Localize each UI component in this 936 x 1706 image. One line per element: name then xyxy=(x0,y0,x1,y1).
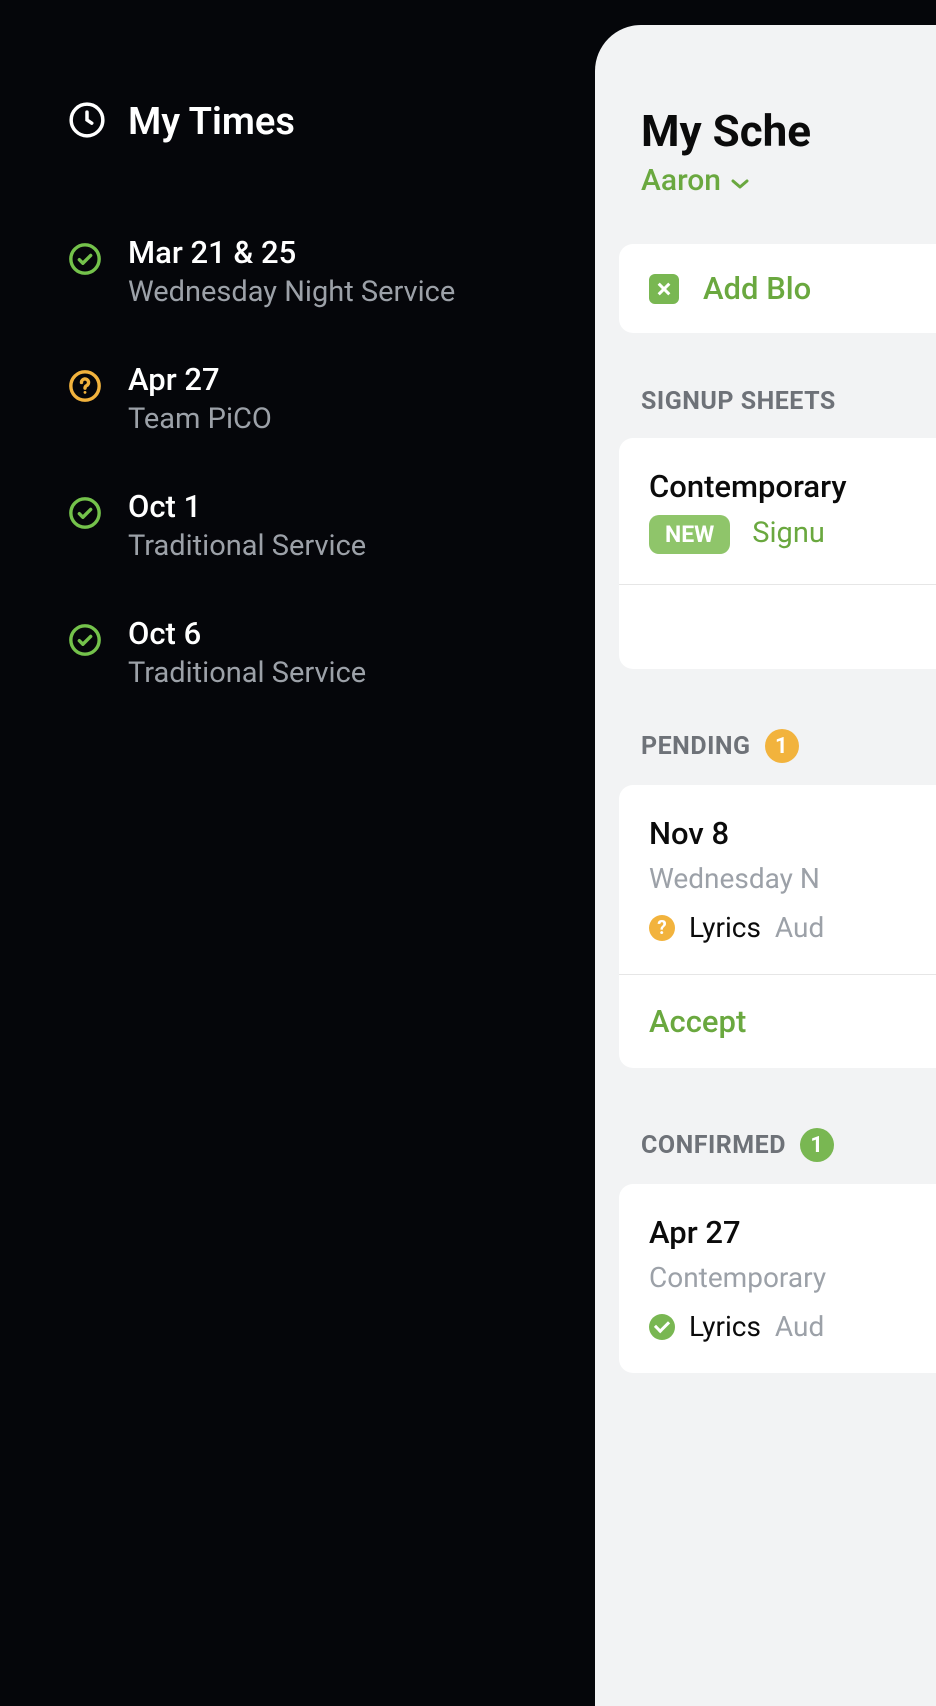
time-item[interactable]: Oct 6 Traditional Service xyxy=(68,615,595,690)
time-item-sub: Team PiCO xyxy=(128,402,272,436)
accept-button[interactable]: Accept xyxy=(619,975,936,1068)
calendar-x-icon xyxy=(649,274,679,304)
sidebar-title: My Times xyxy=(128,100,295,144)
section-label-signup: SIGNUP SHEETS xyxy=(641,387,936,416)
clock-icon xyxy=(68,101,106,143)
signup-title: Contemporary xyxy=(649,468,936,505)
time-item-date: Oct 6 xyxy=(128,615,366,652)
person-name: Aaron xyxy=(641,163,721,198)
new-badge: NEW xyxy=(649,515,730,554)
time-item-sub: Wednesday Night Service xyxy=(128,275,455,309)
pending-date: Nov 8 xyxy=(649,815,936,852)
signup-link[interactable]: Signu xyxy=(752,516,825,550)
confirmed-sub: Contemporary xyxy=(649,1261,936,1294)
time-item[interactable]: Apr 27 Team PiCO xyxy=(68,361,595,436)
sidebar-header: My Times xyxy=(68,100,595,144)
time-item[interactable]: Mar 21 & 25 Wednesday Night Service xyxy=(68,234,595,309)
check-circle-icon xyxy=(68,242,102,276)
time-item-date: Oct 1 xyxy=(128,488,366,525)
check-circle-icon xyxy=(68,496,102,530)
pending-sub: Wednesday N xyxy=(649,862,936,895)
confirmed-role-line: Lyrics Aud xyxy=(649,1310,936,1343)
question-circle-icon xyxy=(649,915,675,941)
check-circle-icon xyxy=(649,1314,675,1340)
time-item-date: Apr 27 xyxy=(128,361,272,398)
signup-card[interactable]: Contemporary NEW Signu xyxy=(619,438,936,669)
question-circle-icon xyxy=(68,369,102,403)
section-label-pending: PENDING 1 xyxy=(641,729,936,763)
chevron-down-icon xyxy=(731,163,749,198)
time-item[interactable]: Oct 1 Traditional Service xyxy=(68,488,595,563)
confirmed-date: Apr 27 xyxy=(649,1214,936,1251)
confirmed-count-badge: 1 xyxy=(800,1128,834,1162)
pending-card[interactable]: Nov 8 Wednesday N Lyrics Aud Accept xyxy=(619,785,936,1068)
schedule-panel: My Sche Aaron Add Blo SIGNUP SHEETS Cont… xyxy=(595,25,936,1706)
add-blockout-button[interactable]: Add Blo xyxy=(619,244,936,333)
panel-title: My Sche xyxy=(641,105,936,157)
confirmed-card[interactable]: Apr 27 Contemporary Lyrics Aud xyxy=(619,1184,936,1373)
time-item-sub: Traditional Service xyxy=(128,656,366,690)
time-item-date: Mar 21 & 25 xyxy=(128,234,455,271)
time-item-sub: Traditional Service xyxy=(128,529,366,563)
add-blockout-label: Add Blo xyxy=(703,270,811,307)
person-selector[interactable]: Aaron xyxy=(641,163,749,198)
my-times-sidebar: My Times Mar 21 & 25 Wednesday Night Ser… xyxy=(0,0,595,1706)
pending-role-line: Lyrics Aud xyxy=(649,911,936,944)
section-label-confirmed: CONFIRMED 1 xyxy=(641,1128,936,1162)
check-circle-icon xyxy=(68,623,102,657)
pending-count-badge: 1 xyxy=(765,729,799,763)
signup-card-expand[interactable] xyxy=(619,585,936,669)
